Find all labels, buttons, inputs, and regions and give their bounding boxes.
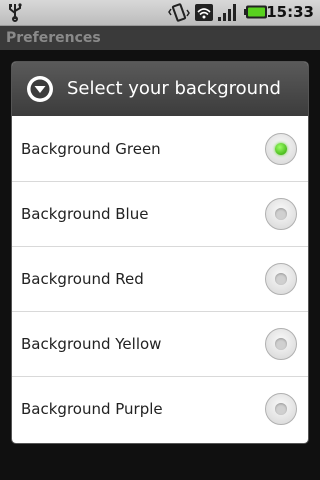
wifi-icon <box>195 4 213 21</box>
select-background-dialog: Select your background Background Green … <box>12 62 308 443</box>
status-bar: 15:33 <box>0 0 320 26</box>
battery-icon <box>244 5 267 19</box>
usb-icon <box>9 3 22 22</box>
option-background-blue[interactable]: Background Blue <box>12 182 308 247</box>
chevron-down-circle-icon <box>27 76 53 102</box>
clock: 15:33 <box>266 3 314 21</box>
radio-button-red[interactable] <box>265 263 297 295</box>
dialog-header: Select your background <box>12 62 308 116</box>
option-background-green[interactable]: Background Green <box>12 117 308 182</box>
option-label: Background Red <box>21 270 144 288</box>
radio-button-purple[interactable] <box>265 393 297 425</box>
option-label: Background Blue <box>21 205 149 223</box>
radio-button-blue[interactable] <box>265 198 297 230</box>
dialog-title: Select your background <box>67 78 281 99</box>
radio-button-green[interactable] <box>265 133 297 165</box>
radio-button-yellow[interactable] <box>265 328 297 360</box>
background-title: Preferences <box>6 30 101 46</box>
option-label: Background Green <box>21 140 161 158</box>
background-title-bar: Preferences <box>0 26 320 50</box>
option-background-yellow[interactable]: Background Yellow <box>12 312 308 377</box>
option-label: Background Purple <box>21 400 163 418</box>
option-background-red[interactable]: Background Red <box>12 247 308 312</box>
option-background-purple[interactable]: Background Purple <box>12 377 308 441</box>
options-list: Background Green Background Blue Backgro… <box>12 117 308 441</box>
option-label: Background Yellow <box>21 335 162 353</box>
vibrate-icon <box>168 3 190 22</box>
signal-icon <box>218 4 236 21</box>
